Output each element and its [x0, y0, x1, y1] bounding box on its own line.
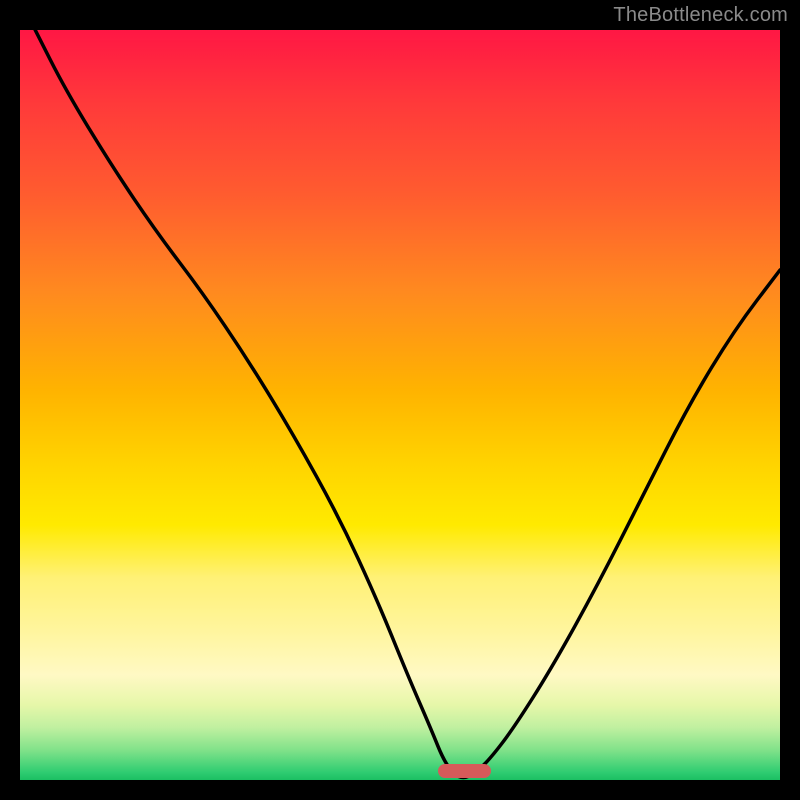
chart-stage: TheBottleneck.com — [0, 0, 800, 800]
optimal-marker — [438, 764, 491, 778]
watermark-text: TheBottleneck.com — [613, 4, 788, 27]
plot-area — [20, 30, 780, 780]
curve-path — [35, 30, 780, 778]
bottleneck-curve — [20, 30, 780, 780]
